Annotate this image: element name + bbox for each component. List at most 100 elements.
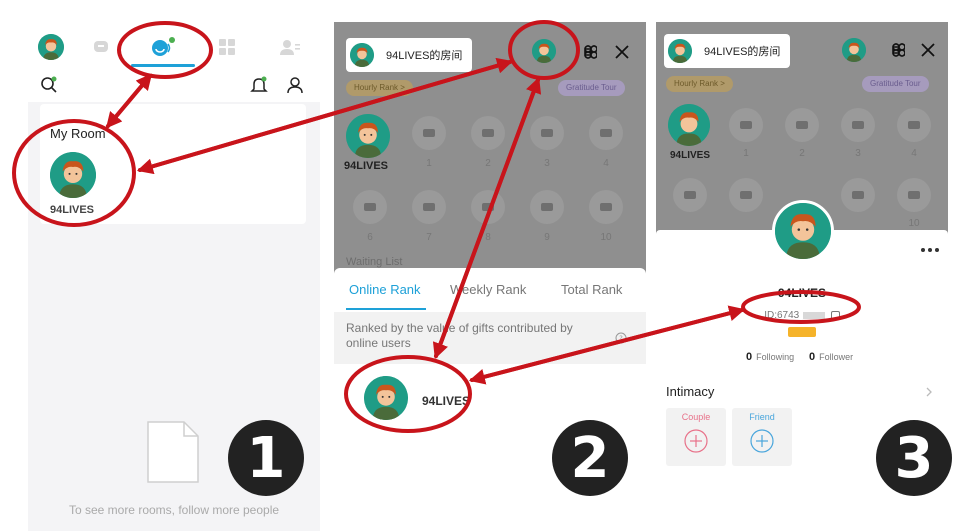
command-menu-icon[interactable]: [578, 42, 598, 62]
couple-label: Couple: [681, 412, 711, 422]
profile-id[interactable]: ID:6743: [656, 310, 948, 321]
tab-online-rank[interactable]: Online Rank: [349, 282, 421, 297]
seat-number: 7: [426, 232, 432, 243]
friend-label: Friend: [749, 412, 775, 422]
notification-bell-icon[interactable]: [248, 74, 270, 96]
profile-icon[interactable]: [284, 74, 306, 96]
following-stat[interactable]: 0 Following: [746, 351, 794, 363]
profile-avatar: [772, 200, 834, 262]
top-bar: [28, 22, 320, 102]
online-users-avatar[interactable]: [842, 38, 866, 62]
room-chip-avatar: [350, 43, 374, 67]
seat[interactable]: [530, 190, 564, 224]
seat-number: 3: [855, 148, 861, 159]
seat[interactable]: [729, 108, 763, 142]
seat[interactable]: [530, 116, 564, 150]
seat-number: 2: [485, 158, 491, 169]
contacts-icon[interactable]: [278, 36, 302, 58]
room-chip-avatar: [668, 39, 692, 63]
empty-document-icon: [146, 420, 200, 484]
host-seat-avatar[interactable]: [346, 114, 390, 158]
close-icon[interactable]: [612, 42, 632, 62]
room-title-chip[interactable]: 94LIVES的房间: [664, 34, 790, 68]
seat[interactable]: [841, 108, 875, 142]
redacted-id-blur: [803, 311, 826, 319]
seat-number: 1: [426, 158, 432, 169]
room-title-chip[interactable]: 94LIVES的房间: [346, 38, 472, 72]
seat-number: 10: [600, 232, 612, 243]
seat[interactable]: [841, 178, 875, 212]
follower-count: 0: [809, 351, 816, 363]
active-tab-indicator: [131, 64, 195, 67]
seat-number: 4: [603, 158, 609, 169]
hourly-rank-pill[interactable]: Hourly Rank >: [346, 80, 413, 96]
follower-label: Follower: [819, 352, 854, 362]
my-room-title: My Room: [50, 126, 106, 141]
seat-number: 1: [743, 148, 749, 159]
rank-tabs: Online Rank Weekly Rank Total Rank: [334, 268, 646, 310]
gratitude-tour-pill[interactable]: Gratitude Tour: [558, 80, 625, 96]
hourly-rank-pill[interactable]: Hourly Rank >: [666, 76, 733, 92]
host-name: 94LIVES: [670, 150, 711, 161]
my-room-card[interactable]: My Room 94LIVES: [40, 104, 306, 224]
active-tab-indicator: [346, 308, 426, 310]
friend-card[interactable]: Friend: [732, 408, 792, 466]
chevron-right-icon[interactable]: [924, 386, 934, 398]
user-avatar[interactable]: [38, 34, 64, 60]
seat[interactable]: [353, 190, 387, 224]
seat-number: 10: [908, 218, 920, 229]
gratitude-tour-pill[interactable]: Gratitude Tour: [862, 76, 929, 92]
seat[interactable]: [729, 178, 763, 212]
grid-icon[interactable]: [216, 36, 238, 58]
online-users-avatar[interactable]: [532, 39, 556, 63]
host-name: 94LIVES: [344, 160, 389, 172]
rank-description: Ranked by the value of gifts contributed…: [346, 321, 573, 350]
profile-id-text: ID:6743: [764, 310, 800, 321]
seat[interactable]: [412, 190, 446, 224]
empty-state-text: To see more rooms, follow more people: [68, 503, 280, 517]
seat[interactable]: [673, 178, 707, 212]
step-number-1: 1: [228, 420, 304, 496]
tab-total-rank[interactable]: Total Rank: [561, 282, 622, 297]
seat[interactable]: [589, 116, 623, 150]
profile-name: 94LIVES: [777, 286, 827, 300]
seat[interactable]: [471, 190, 505, 224]
rank-user-avatar[interactable]: [364, 376, 408, 420]
close-icon[interactable]: [918, 40, 938, 60]
seat[interactable]: [471, 116, 505, 150]
search-icon[interactable]: [38, 74, 60, 96]
rank-description-box: Ranked by the value of gifts contributed…: [334, 312, 646, 364]
seat[interactable]: [412, 116, 446, 150]
host-seat-avatar[interactable]: [668, 104, 710, 146]
level-badge: [788, 327, 816, 337]
intimacy-label: Intimacy: [666, 384, 715, 399]
command-menu-icon[interactable]: [886, 40, 906, 60]
help-icon[interactable]: ?: [614, 331, 628, 345]
more-options-icon[interactable]: [918, 244, 942, 256]
couple-card[interactable]: Couple: [666, 408, 726, 466]
following-label: Following: [756, 352, 795, 362]
room-owner-avatar[interactable]: [50, 152, 96, 198]
room-title: 94LIVES的房间: [386, 50, 463, 62]
seat[interactable]: [897, 108, 931, 142]
add-friend-icon[interactable]: [749, 428, 775, 454]
live-room-tab-icon[interactable]: [147, 34, 179, 60]
copy-icon[interactable]: [830, 310, 840, 320]
seat-number: 2: [799, 148, 805, 159]
waiting-list-label: Waiting List: [346, 256, 403, 268]
seat[interactable]: [897, 178, 931, 212]
seat-number: 6: [367, 232, 373, 243]
seat-number: 8: [485, 232, 491, 243]
seat[interactable]: [785, 108, 819, 142]
rank-user-name[interactable]: 94LIVES: [422, 394, 470, 408]
tutorial-composite: My Room 94LIVES To see more rooms, follo…: [0, 0, 968, 531]
chat-icon[interactable]: [90, 36, 112, 58]
seat-number: 9: [544, 232, 550, 243]
step-number-3: 3: [876, 420, 952, 496]
follower-stat[interactable]: 0 Follower: [809, 351, 853, 363]
following-count: 0: [746, 351, 753, 363]
tab-weekly-rank[interactable]: Weekly Rank: [450, 282, 526, 297]
room-title: 94LIVES的房间: [704, 46, 781, 58]
add-couple-icon[interactable]: [683, 428, 709, 454]
seat[interactable]: [589, 190, 623, 224]
